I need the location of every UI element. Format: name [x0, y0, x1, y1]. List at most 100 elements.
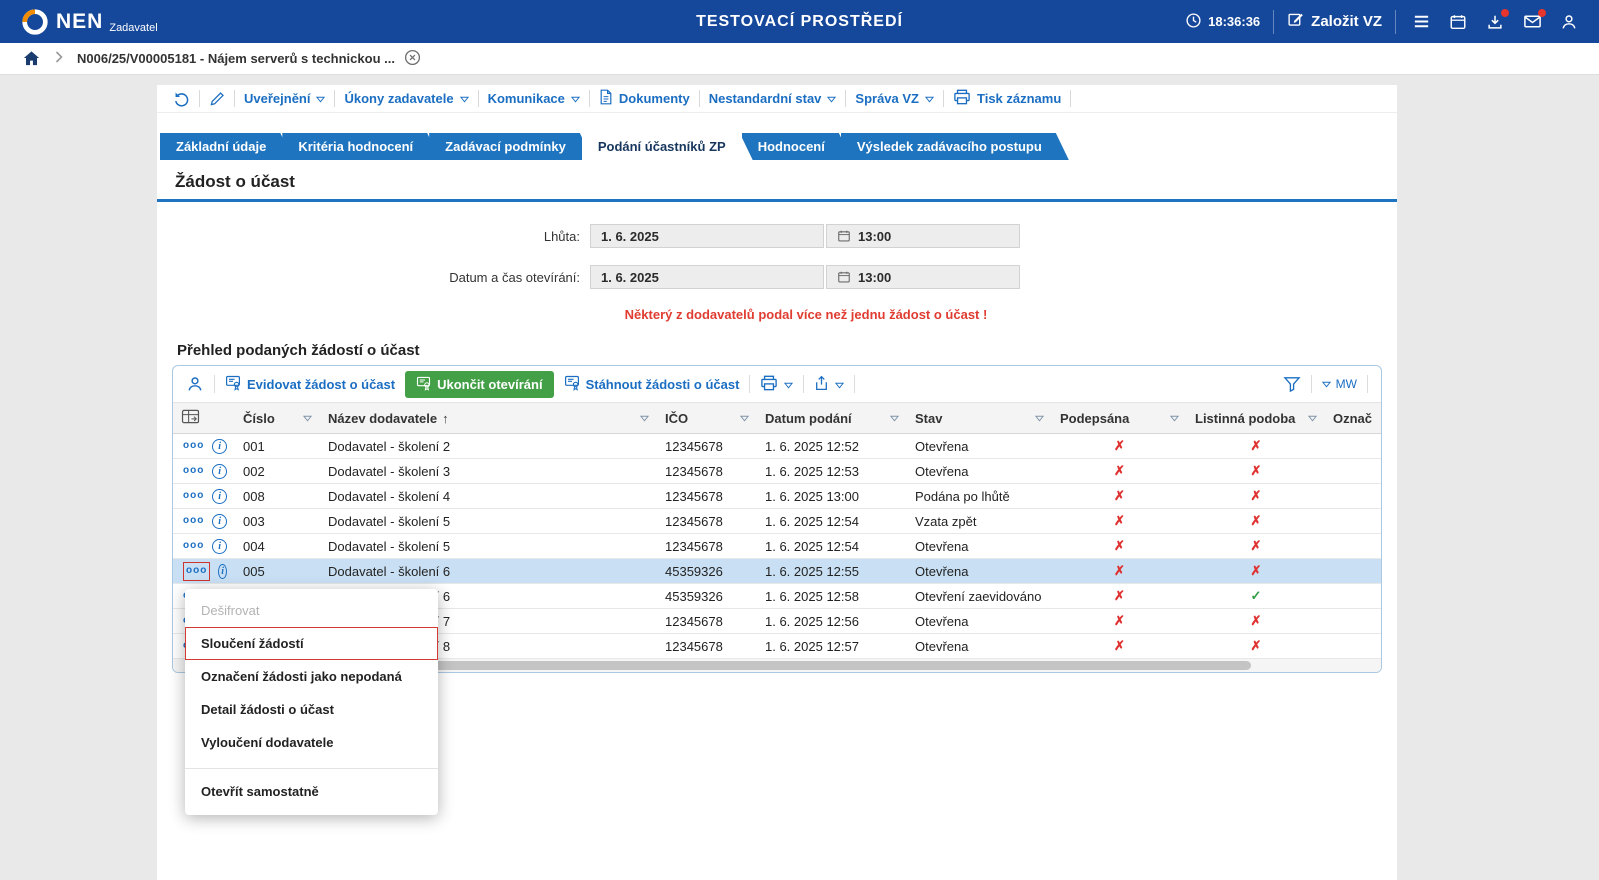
row-actions-icon[interactable]: ooo [183, 466, 204, 476]
divider [234, 90, 235, 107]
calendar-icon [837, 229, 851, 243]
cell-podepsana: ✗ [1114, 488, 1125, 503]
filter-caret-icon[interactable] [740, 415, 749, 422]
close-record-icon[interactable] [404, 49, 421, 69]
tab[interactable]: Podání účastníků ZP [582, 133, 753, 160]
home-icon[interactable] [22, 49, 41, 68]
cell-stav: Otevřena [915, 438, 969, 454]
cell-nazev-dodavatele: Dodavatel - školení 4 [328, 488, 451, 504]
chevron-down-icon [924, 91, 935, 106]
menu-nestandardni-stav[interactable]: Nestandardní stav [709, 91, 837, 106]
context-menu-item[interactable]: Detail žádosti o účast [185, 693, 438, 726]
tab[interactable]: Základní údaje [160, 133, 293, 160]
participant-icon[interactable] [186, 375, 204, 393]
menu-uverejneni[interactable]: Uveřejnění [244, 91, 326, 106]
tab[interactable]: Hodnocení [742, 133, 852, 160]
column-settings[interactable] [173, 403, 235, 433]
cell-nazev-dodavatele: Dodavatel - školení 2 [328, 438, 451, 454]
cell-cislo: 002 [243, 463, 265, 479]
column-header-cislo[interactable]: Číslo [235, 403, 320, 433]
certificate-icon [225, 374, 241, 394]
cell-datum-podani: 1. 6. 2025 12:54 [765, 538, 859, 554]
column-header-ico[interactable]: IČO [657, 403, 757, 433]
download-icon[interactable] [1483, 8, 1509, 34]
table-row[interactable]: ooo i 004 Dodavatel - školení 5 12345678… [173, 534, 1381, 559]
menu-hamburger-icon[interactable] [1409, 10, 1433, 34]
filter-icon[interactable] [1283, 376, 1301, 392]
column-header-oznac[interactable]: Označ [1325, 403, 1381, 433]
context-menu-item[interactable]: Označení žádosti jako nepodaná [185, 660, 438, 693]
row-info-icon[interactable]: i [218, 563, 227, 579]
print-table-button[interactable] [760, 375, 794, 394]
deadline-time-field[interactable]: 13:00 [826, 224, 1020, 248]
divider [1273, 9, 1275, 34]
record-toolbar: Uveřejnění Úkony zadavatele Komunikace D… [157, 85, 1397, 113]
undo-icon[interactable] [173, 90, 190, 107]
row-actions-icon[interactable]: ooo [183, 441, 204, 451]
row-actions-icon[interactable]: ooo [183, 516, 204, 526]
row-info-icon[interactable]: i [212, 463, 227, 479]
context-menu-item[interactable]: Otevřít samostatně [185, 768, 438, 808]
calendar-icon[interactable] [1446, 10, 1470, 34]
stahnout-zadosti-button[interactable]: Stáhnout žádosti o účast [564, 374, 739, 394]
opening-date-field[interactable]: 1. 6. 2025 [590, 265, 824, 289]
menu-sprava-vz[interactable]: Správa VZ [855, 91, 935, 106]
tab[interactable]: Zadávací podmínky [429, 133, 593, 160]
menu-komunikace[interactable]: Komunikace [488, 91, 581, 106]
context-menu-item[interactable]: Sloučení žádostí [185, 627, 438, 660]
menu-ukony-zadavatele[interactable]: Úkony zadavatele [344, 91, 469, 106]
context-menu-item[interactable]: Vyloučení dodavatele [185, 726, 438, 759]
divider [803, 375, 805, 393]
cell-ico: 45359326 [665, 588, 723, 604]
edit-record-icon[interactable] [209, 91, 225, 107]
row-info-icon[interactable]: i [212, 438, 227, 454]
warning-message: Některý z dodavatelů podal více než jedn… [624, 307, 988, 322]
evidovat-zadost-button[interactable]: Evidovat žádost o účast [225, 374, 395, 394]
table-row[interactable]: ooo i 003 Dodavatel - školení 5 12345678… [173, 509, 1381, 534]
row-actions-icon[interactable]: ooo [183, 541, 204, 551]
column-header-datum[interactable]: Datum podání [757, 403, 907, 433]
row-info-icon[interactable]: i [212, 488, 227, 504]
cell-cislo: 005 [243, 563, 265, 579]
cell-cislo: 004 [243, 538, 265, 554]
tab[interactable]: Výsledek zadávacího postupu [841, 133, 1069, 160]
filter-caret-icon[interactable] [1308, 415, 1317, 422]
deadline-date-field[interactable]: 1. 6. 2025 [590, 224, 824, 248]
menu-tisk-zaznamu[interactable]: Tisk záznamu [953, 89, 1061, 108]
cell-nazev-dodavatele: Dodavatel - školení 3 [328, 463, 451, 479]
create-vz-button[interactable]: Založit VZ [1287, 11, 1382, 32]
cell-podepsana: ✗ [1114, 563, 1125, 578]
opening-time-field[interactable]: 13:00 [826, 265, 1020, 289]
row-actions-icon[interactable]: ooo [183, 491, 204, 501]
row-info-icon[interactable]: i [212, 538, 227, 554]
ukoncit-oteviranie-button[interactable]: Ukončit otevírání [405, 370, 554, 398]
menu-dokumenty[interactable]: Dokumenty [599, 89, 690, 108]
column-header-listinna[interactable]: Listinná podoba [1187, 403, 1325, 433]
column-header-podepsana[interactable]: Podepsána [1052, 403, 1187, 433]
table-row[interactable]: ooo i 002 Dodavatel - školení 3 12345678… [173, 459, 1381, 484]
row-actions-icon[interactable]: ooo [183, 561, 211, 581]
divider [334, 90, 336, 107]
column-header-stav[interactable]: Stav [907, 403, 1052, 433]
cell-oznac [1325, 484, 1381, 508]
mw-dropdown[interactable]: MW [1321, 377, 1357, 391]
column-header-nazev[interactable]: Název dodavatele ↑ [320, 403, 657, 433]
filter-caret-icon[interactable] [640, 415, 649, 422]
user-icon[interactable] [1557, 10, 1581, 34]
brand-home[interactable]: NEN Zadavatel [20, 7, 158, 37]
mail-icon[interactable] [1520, 8, 1546, 34]
breadcrumb-record[interactable]: N006/25/V00005181 - Nájem serverů s tech… [77, 49, 421, 69]
table-row[interactable]: ooo i 008 Dodavatel - školení 4 12345678… [173, 484, 1381, 509]
table-row[interactable]: ooo i 005 Dodavatel - školení 6 45359326… [173, 559, 1381, 584]
table-header: Číslo Název dodavatele ↑ IČO Datum podání… [173, 403, 1381, 434]
row-info-icon[interactable]: i [212, 513, 227, 529]
cell-ico: 12345678 [665, 463, 723, 479]
filter-caret-icon[interactable] [890, 415, 899, 422]
deadline-label: Lhůta: [543, 228, 580, 244]
tab[interactable]: Kritéria hodnocení [282, 133, 440, 160]
filter-caret-icon[interactable] [1170, 415, 1179, 422]
filter-caret-icon[interactable] [303, 415, 312, 422]
export-button[interactable] [814, 375, 845, 394]
table-row[interactable]: ooo i 001 Dodavatel - školení 2 12345678… [173, 434, 1381, 459]
filter-caret-icon[interactable] [1035, 415, 1044, 422]
